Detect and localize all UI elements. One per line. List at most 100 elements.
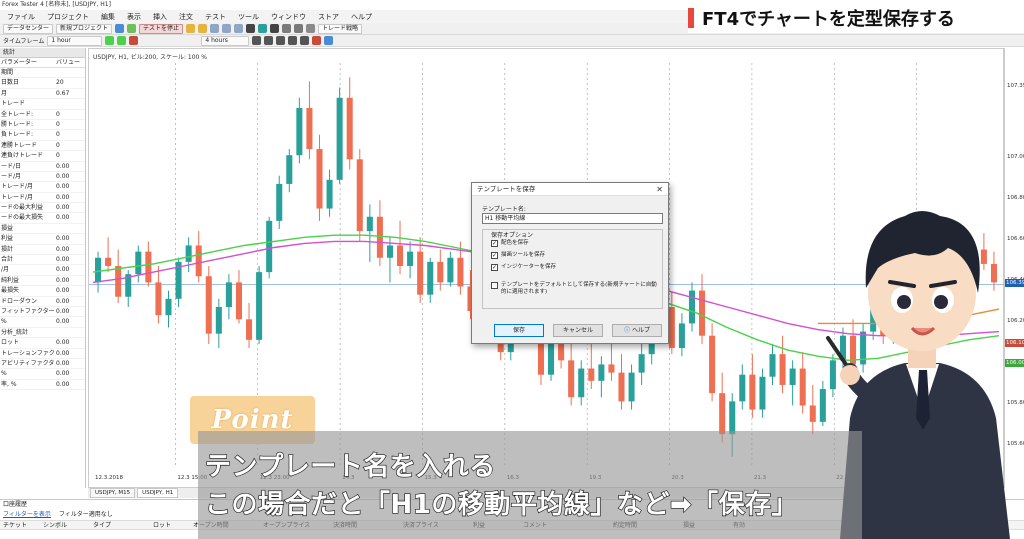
tab-usdjpy-m15[interactable]: USDJPY, M15 <box>90 488 136 498</box>
menu-store[interactable]: ストア <box>313 12 344 22</box>
history-column-header[interactable]: シンボル <box>40 521 90 529</box>
crosshair-icon[interactable] <box>264 36 274 45</box>
candle-body <box>165 298 172 316</box>
statistics-row: トレーションファクター0.00 <box>0 349 85 359</box>
help-icon: ⓘ <box>624 327 631 334</box>
settings-icon[interactable] <box>324 36 334 45</box>
save-drawings-checkbox[interactable]: ✓ <box>491 252 498 259</box>
menu-help[interactable]: ヘルプ <box>346 12 377 22</box>
forward-icon[interactable] <box>117 36 127 45</box>
candle-body <box>578 368 585 398</box>
play-icon[interactable] <box>186 24 196 33</box>
statistics-value <box>54 328 85 337</box>
statistics-param: トレード <box>1 100 26 108</box>
show-filter-link[interactable]: フィルターを表示 <box>3 510 51 520</box>
back-icon[interactable] <box>105 36 115 45</box>
statistics-row: 合計 0.00 <box>0 255 85 266</box>
menu-window[interactable]: ウィンドウ <box>266 12 311 22</box>
save-colors-checkbox[interactable]: ✓ <box>491 240 498 247</box>
open-icon[interactable] <box>115 24 125 33</box>
candle-body <box>266 220 273 273</box>
new-chart-icon[interactable] <box>210 24 220 33</box>
candle-body <box>346 97 353 160</box>
statistics-value: 0.00 <box>56 162 70 170</box>
menu-order[interactable]: 注文 <box>174 12 198 22</box>
candle-body <box>306 108 313 150</box>
menu-view[interactable]: 表示 <box>122 12 146 22</box>
save-indicators-checkbox[interactable]: ✓ <box>491 264 498 271</box>
statistics-row: ードの最大利益 0.00 <box>0 203 85 214</box>
history-column-header[interactable]: チケット <box>0 521 40 529</box>
option-save-drawings[interactable]: ✓ 描画ツールを保存 <box>491 252 659 259</box>
statistics-value: 0.00 <box>56 318 70 326</box>
statistics-param: 最損失 <box>1 287 20 295</box>
value-column-header: バリュー <box>56 59 81 66</box>
statistics-param: 全トレード: <box>1 110 34 118</box>
statistics-value: 0.00 <box>56 235 70 243</box>
data-center-button[interactable]: データセンター <box>3 23 54 34</box>
menu-insert[interactable]: 挿入 <box>148 12 172 22</box>
statistics-value: 0.00 <box>56 339 70 347</box>
bar-chart-icon[interactable] <box>246 24 256 33</box>
candle-body <box>95 257 102 283</box>
pause-icon[interactable] <box>129 36 139 45</box>
step-icon[interactable] <box>198 24 208 33</box>
statistics-param: 率, % <box>1 380 17 388</box>
history-column-header[interactable]: タイプ <box>90 521 150 529</box>
menu-file[interactable]: ファイル <box>2 12 40 22</box>
candle-body <box>437 261 444 283</box>
candle-body <box>256 272 263 340</box>
candle-body <box>205 276 212 334</box>
cancel-button[interactable]: キャンセル <box>553 324 603 337</box>
statistics-row: トレード/月 0.00 <box>0 193 85 204</box>
statistics-row: % 0.00 <box>0 317 85 328</box>
color-icon[interactable] <box>312 36 322 45</box>
grid-icon[interactable] <box>306 24 316 33</box>
close-icon[interactable]: ✕ <box>656 183 663 196</box>
template-name-input[interactable]: H1 移動平均線 <box>482 213 663 224</box>
statistics-value: 0.00 <box>56 204 70 212</box>
menu-test[interactable]: テスト <box>200 12 231 22</box>
help-button[interactable]: ⓘ ヘルプ <box>612 324 662 337</box>
chart-window-icon[interactable] <box>222 24 232 33</box>
statistics-row: 勝トレード: 0 <box>0 120 85 131</box>
statistics-value: 0 <box>56 152 60 160</box>
template-icon[interactable] <box>234 24 244 33</box>
menu-project[interactable]: プロジェクト <box>42 12 94 22</box>
menu-tools[interactable]: ツール <box>233 12 264 22</box>
cursor-icon[interactable] <box>252 36 262 45</box>
statistics-value: 0.00 <box>56 287 70 295</box>
text-tool-icon[interactable] <box>288 36 298 45</box>
filter-status: フィルター適用なし <box>58 511 113 518</box>
menu-edit[interactable]: 編集 <box>96 12 120 22</box>
trade-strategy-button[interactable]: トレード戦略 <box>318 23 363 34</box>
option-save-default[interactable]: テンプレートをデフォルトとして保存する(新規チャートに自動的に適用されます) <box>491 282 659 296</box>
left-hand <box>840 365 860 385</box>
save-default-checkbox[interactable] <box>491 282 498 289</box>
banner-accent-bar <box>688 8 694 28</box>
hours-select[interactable]: 4 hours <box>201 35 250 46</box>
candle-chart-icon[interactable] <box>258 24 268 33</box>
statistics-row: ドローダウン 0.00 <box>0 297 85 307</box>
statistics-param: /月 <box>1 266 10 274</box>
option-save-colors[interactable]: ✓ 配色を保存 <box>491 240 659 247</box>
candle-body <box>105 257 112 266</box>
help-label: ヘルプ <box>631 327 650 334</box>
template-name-label: テンプレート名: <box>482 206 526 213</box>
line-chart-icon[interactable] <box>270 24 280 33</box>
new-project-button[interactable]: 新規プロジェクト <box>56 23 113 34</box>
trendline-icon[interactable] <box>276 36 286 45</box>
save-button[interactable]: 保存 <box>494 324 544 337</box>
stop-test-button[interactable]: テストを停止 <box>139 23 184 34</box>
statistics-row: アビリティファクター0.00 <box>0 359 85 370</box>
option-save-indicators[interactable]: ✓ インジケーターを保存 <box>491 264 659 271</box>
tab-usdjpy-h1[interactable]: USDJPY, H1 <box>137 488 179 498</box>
candle-body <box>316 149 323 209</box>
history-column-header[interactable]: ロット <box>150 521 190 529</box>
zoom-in-icon[interactable] <box>282 24 292 33</box>
save-icon[interactable] <box>127 24 137 33</box>
fibonacci-icon[interactable] <box>300 36 310 45</box>
zoom-out-icon[interactable] <box>294 24 304 33</box>
timeframe-select[interactable]: 1 hour <box>47 35 103 46</box>
statistics-row: 日数日 20 <box>0 78 85 89</box>
